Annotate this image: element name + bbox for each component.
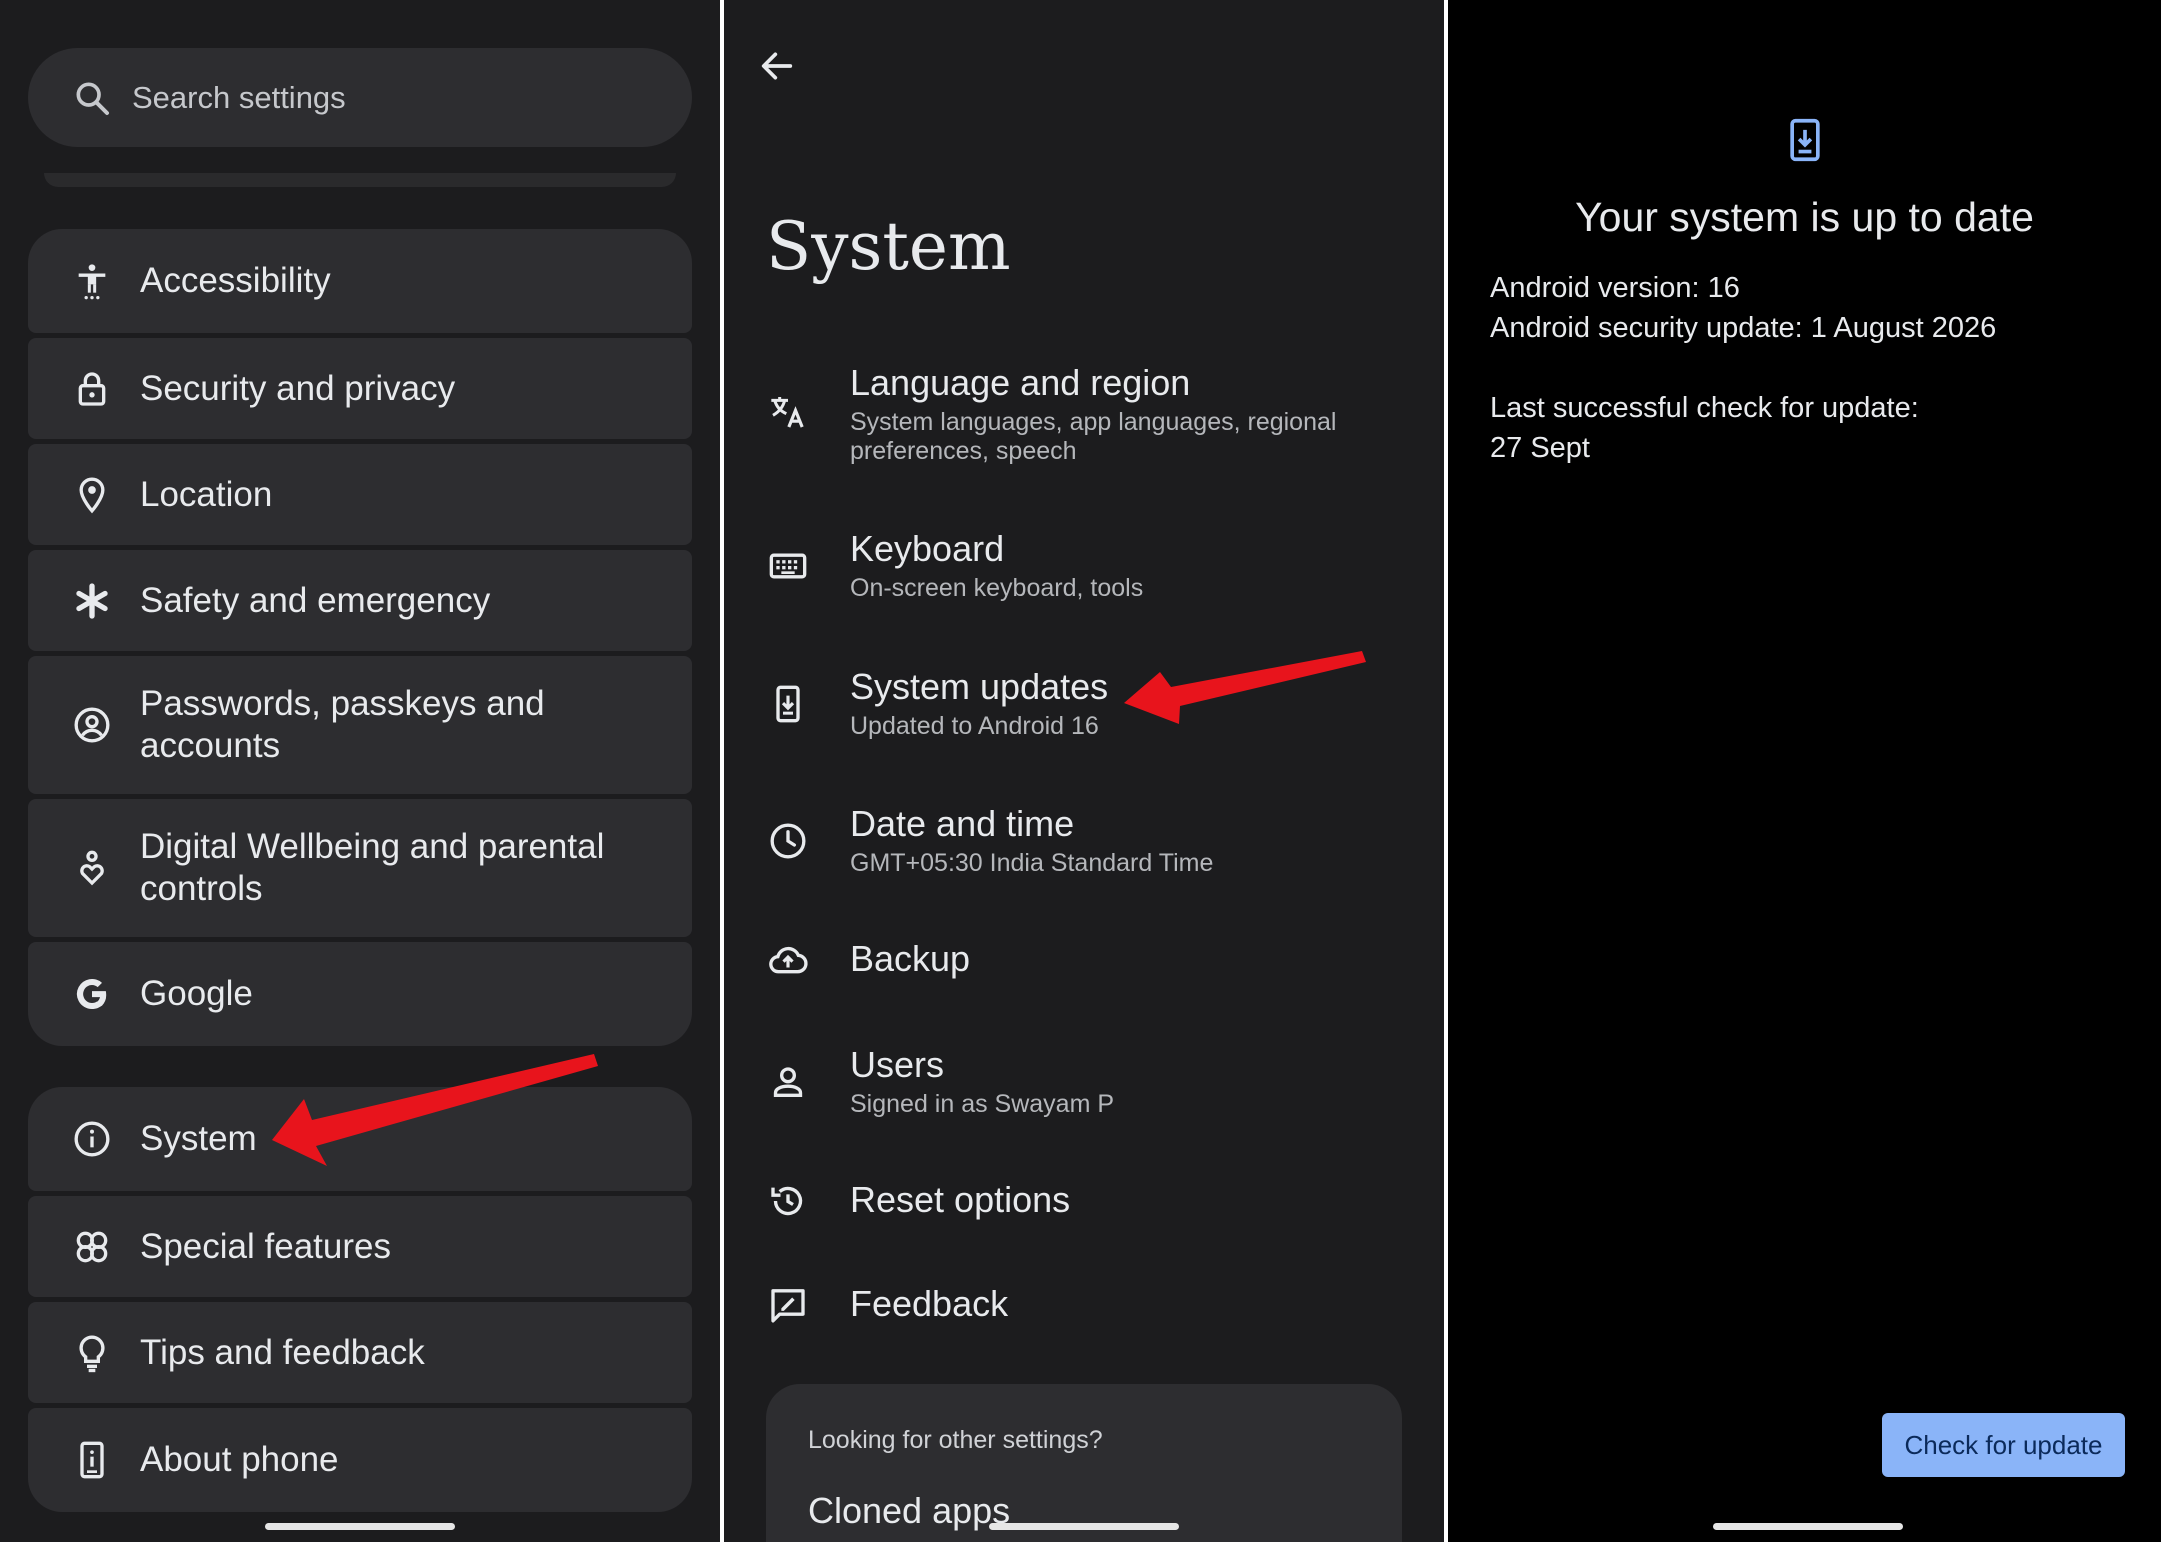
- settings-item-google[interactable]: Google: [28, 942, 692, 1046]
- settings-item-location[interactable]: Location: [28, 444, 692, 545]
- history-icon: [766, 1179, 810, 1223]
- settings-item-security[interactable]: Security and privacy: [28, 338, 692, 439]
- other-settings-question: Looking for other settings?: [808, 1426, 1103, 1454]
- system-item-reset[interactable]: Reset options: [724, 1179, 1444, 1225]
- other-settings-card: Looking for other settings? Cloned apps: [766, 1384, 1402, 1542]
- system-item-language[interactable]: Language and region System languages, ap…: [724, 360, 1444, 480]
- settings-item-label: Digital Wellbeing and parental controls: [140, 827, 605, 908]
- keyboard-icon: [766, 544, 810, 588]
- system-item-title: Users: [850, 1044, 945, 1085]
- system-item-subtitle: GMT+05:30 India Standard Time: [850, 849, 1214, 877]
- settings-item-label: System: [140, 1119, 257, 1158]
- system-panel: System Language and region System langua…: [724, 0, 1444, 1542]
- system-update-icon: [1790, 118, 1820, 162]
- settings-item-label: Tips and feedback: [140, 1332, 425, 1372]
- update-status-title: Your system is up to date: [1575, 194, 2034, 240]
- google-g-icon: [70, 972, 114, 1016]
- settings-item-passwords[interactable]: Passwords, passkeys and accounts: [28, 656, 692, 794]
- security-update: Android security update: 1 August 2026: [1490, 312, 1997, 344]
- feedback-icon: [766, 1283, 810, 1327]
- gesture-handle[interactable]: [265, 1523, 455, 1530]
- lock-icon: [70, 367, 114, 411]
- accessibility-icon: [70, 259, 114, 303]
- system-item-title: Date and time: [850, 803, 1075, 844]
- system-item-subtitle: Updated to Android 16: [850, 712, 1099, 740]
- check-for-update-button[interactable]: Check for update: [1882, 1413, 2125, 1477]
- settings-item-label: Passwords, passkeys and accounts: [140, 684, 545, 765]
- settings-item-label: Security and privacy: [140, 368, 456, 408]
- settings-item-label: Special features: [140, 1226, 391, 1266]
- system-item-backup[interactable]: Backup: [724, 938, 1444, 984]
- gesture-handle[interactable]: [1713, 1523, 1903, 1530]
- system-item-subtitle: On-screen keyboard, tools: [850, 574, 1144, 602]
- update-panel: Your system is up to date Android versio…: [1448, 0, 2161, 1542]
- asterisk-icon: [70, 579, 114, 623]
- settings-item-wellbeing[interactable]: Digital Wellbeing and parental controls: [28, 799, 692, 937]
- settings-item-label: Accessibility: [140, 261, 331, 300]
- settings-item-system[interactable]: System: [28, 1087, 692, 1191]
- scroll-peek: [44, 173, 676, 187]
- settings-item-label: About phone: [140, 1440, 339, 1479]
- lightbulb-icon: [70, 1331, 114, 1375]
- system-item-subtitle: System languages, app languages, regiona…: [850, 408, 1337, 465]
- last-check-label: Last successful check for update:: [1490, 392, 1919, 424]
- gesture-handle[interactable]: [989, 1523, 1179, 1530]
- location-pin-icon: [70, 473, 114, 517]
- settings-item-about[interactable]: About phone: [28, 1408, 692, 1512]
- system-item-subtitle: Signed in as Swayam P: [850, 1090, 1115, 1118]
- settings-item-label: Google: [140, 974, 253, 1013]
- special-features-icon: [70, 1225, 114, 1269]
- android-version: Android version: 16: [1490, 272, 1740, 304]
- last-check-date: 27 Sept: [1490, 432, 1590, 464]
- system-item-updates[interactable]: System updates Updated to Android 16: [724, 664, 1444, 754]
- cloned-apps-link[interactable]: Cloned apps: [808, 1490, 1010, 1532]
- phone-info-icon: [70, 1438, 114, 1482]
- system-item-keyboard[interactable]: Keyboard On-screen keyboard, tools: [724, 526, 1444, 616]
- settings-item-special-features[interactable]: Special features: [28, 1196, 692, 1297]
- system-item-title: Backup: [850, 938, 971, 979]
- back-arrow-icon[interactable]: [754, 46, 800, 86]
- cloud-upload-icon: [766, 938, 810, 982]
- settings-item-label: Location: [140, 474, 273, 514]
- clock-icon: [766, 819, 810, 863]
- settings-item-accessibility[interactable]: Accessibility: [28, 229, 692, 333]
- settings-item-safety[interactable]: Safety and emergency: [28, 550, 692, 651]
- person-icon: [766, 1060, 810, 1104]
- system-update-icon: [766, 682, 810, 726]
- system-item-title: Feedback: [850, 1283, 1009, 1324]
- page-title: System: [766, 208, 1011, 285]
- system-item-title: System updates: [850, 666, 1109, 707]
- settings-item-label: Safety and emergency: [140, 580, 491, 620]
- translate-icon: [766, 390, 810, 434]
- settings-panel: Search settings Accessibility Security a…: [0, 0, 720, 1542]
- info-icon: [70, 1117, 114, 1161]
- search-bar[interactable]: Search settings: [28, 48, 692, 147]
- system-item-users[interactable]: Users Signed in as Swayam P: [724, 1042, 1444, 1132]
- system-item-title: Language and region: [850, 362, 1191, 403]
- system-item-title: Reset options: [850, 1179, 1071, 1220]
- search-placeholder: Search settings: [132, 79, 346, 115]
- system-item-date-time[interactable]: Date and time GMT+05:30 India Standard T…: [724, 801, 1444, 891]
- system-item-title: Keyboard: [850, 528, 1005, 569]
- search-icon: [76, 82, 109, 115]
- wellbeing-icon: [70, 846, 114, 890]
- account-circle-icon: [70, 703, 114, 747]
- settings-item-tips[interactable]: Tips and feedback: [28, 1302, 692, 1403]
- system-item-feedback[interactable]: Feedback: [724, 1283, 1444, 1329]
